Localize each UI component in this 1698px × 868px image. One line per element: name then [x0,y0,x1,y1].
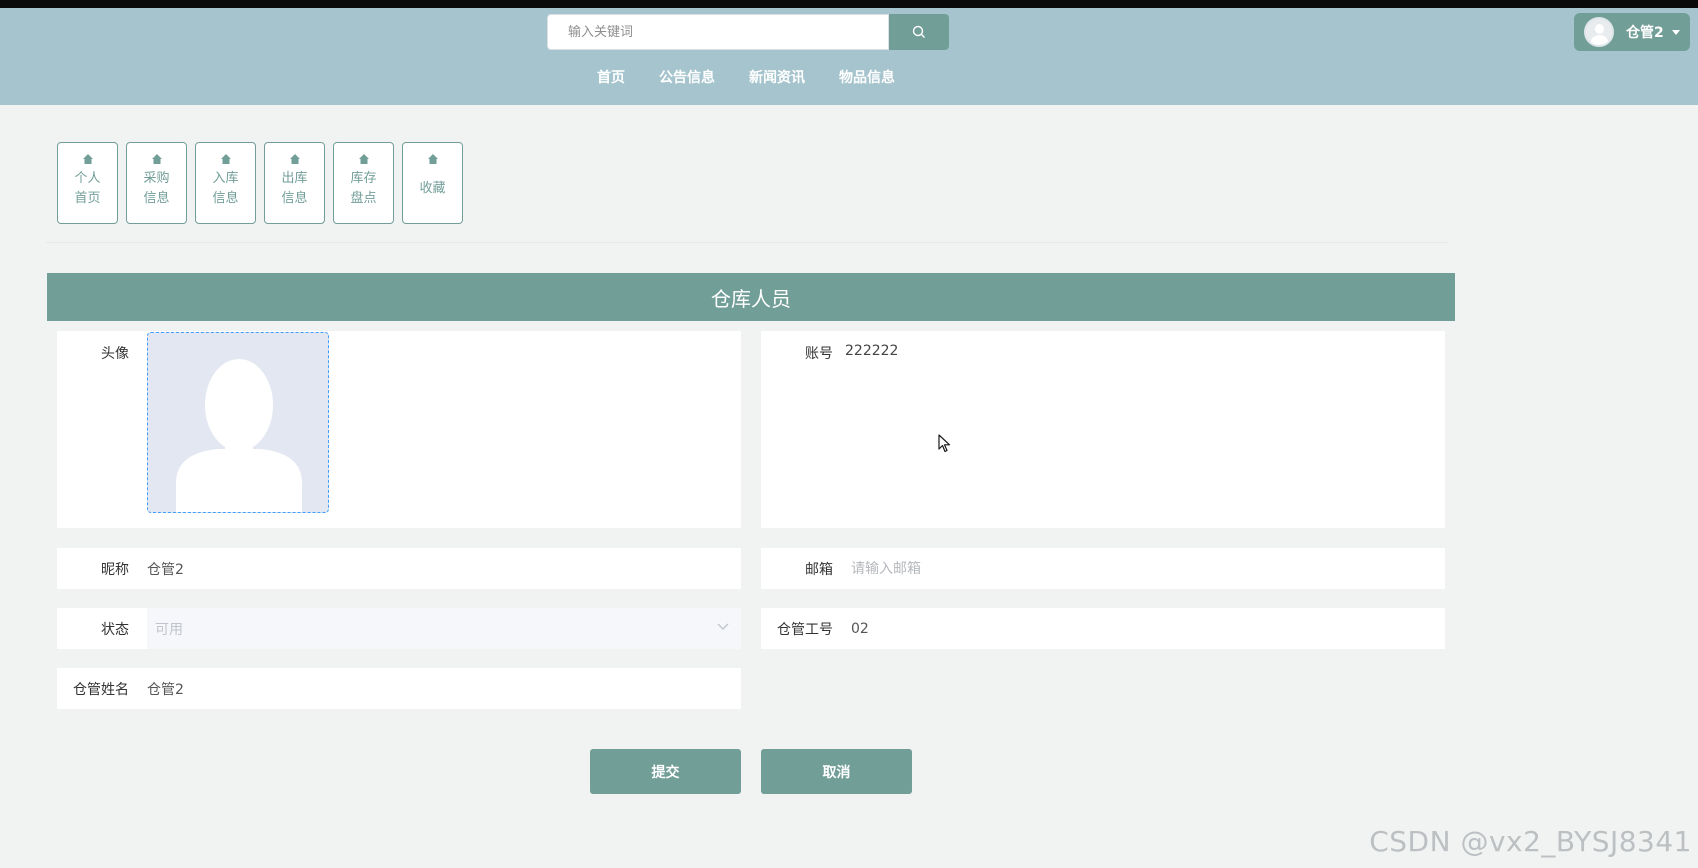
quick-nav-label: 出库信息 [281,171,308,206]
header: 首页 公告信息 新闻资讯 物品信息 仓管2 [0,8,1698,105]
nickname-input[interactable] [147,560,741,577]
quick-nav-inbound[interactable]: 入库信息 [195,142,256,224]
avatar-upload[interactable] [147,332,329,513]
watermark: CSDN @vx2_BYSJ8341 [1369,825,1692,858]
quick-nav-favorites[interactable]: 收藏 [402,142,463,224]
quick-nav-label: 入库信息 [212,171,239,206]
window-top-bar [0,0,1698,8]
staff-no-label: 仓管工号 [777,621,833,638]
staff-no-input[interactable] [851,620,1445,637]
nav-items[interactable]: 物品信息 [822,66,912,90]
page-title: 仓库人员 [47,273,1455,321]
avatar-label: 头像 [101,346,129,362]
staff-name-label: 仓管姓名 [73,681,129,698]
chevron-down-icon [717,623,729,630]
home-icon [151,154,162,164]
quick-nav: 个人首页 采购信息 入库信息 出库信息 库存盘点 收藏 [57,142,463,224]
email-label: 邮箱 [805,561,833,578]
divider [46,242,1448,243]
status-label: 状态 [101,621,129,638]
caret-down-icon [1671,29,1680,35]
nickname-field: 昵称 [57,548,741,589]
home-icon [289,154,300,164]
search-icon [912,25,925,38]
quick-nav-label: 采购信息 [143,171,170,206]
quick-nav-purchase[interactable]: 采购信息 [126,142,187,224]
status-field: 状态 可用 [57,608,741,649]
main-nav: 首页 公告信息 新闻资讯 物品信息 [580,66,912,90]
nav-news[interactable]: 新闻资讯 [732,66,822,90]
submit-button[interactable]: 提交 [590,749,741,794]
quick-nav-inventory[interactable]: 库存盘点 [333,142,394,224]
nickname-label: 昵称 [101,561,129,578]
home-icon [220,154,231,164]
home-icon [427,154,438,164]
email-input[interactable] [851,560,1445,577]
search-button[interactable] [889,14,949,50]
search-input[interactable] [568,24,888,40]
staff-name-field: 仓管姓名 [57,668,741,709]
status-select[interactable]: 可用 [147,608,741,649]
staff-name-input[interactable] [147,680,741,697]
user-name: 仓管2 [1626,25,1664,41]
mouse-cursor-icon [938,434,951,453]
account-value: 222222 [845,343,899,359]
home-icon [358,154,369,164]
quick-nav-label: 收藏 [419,181,446,196]
email-field: 邮箱 [761,548,1445,589]
avatar [1584,17,1614,47]
avatar-field: 头像 [57,331,741,528]
quick-nav-outbound[interactable]: 出库信息 [264,142,325,224]
nav-announcements[interactable]: 公告信息 [642,66,732,90]
home-icon [82,154,93,164]
staff-no-field: 仓管工号 [761,608,1445,649]
nav-home[interactable]: 首页 [580,66,642,90]
avatar-placeholder-icon [176,359,302,512]
account-field: 账号 222222 [761,331,1445,528]
user-menu[interactable]: 仓管2 [1574,13,1690,51]
account-label: 账号 [805,346,833,362]
cancel-button[interactable]: 取消 [761,749,912,794]
status-value: 可用 [155,621,183,638]
search-box [547,14,889,50]
quick-nav-personal-home[interactable]: 个人首页 [57,142,118,224]
quick-nav-label: 个人首页 [74,171,101,206]
quick-nav-label: 库存盘点 [350,171,377,206]
